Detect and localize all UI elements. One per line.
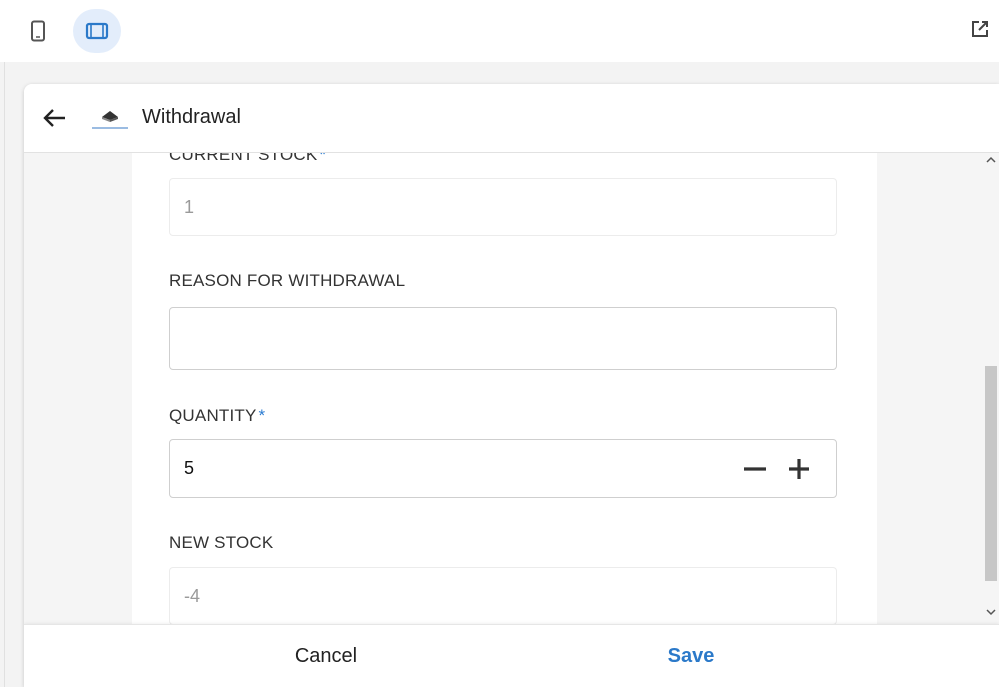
quantity-label: QUANTITY * [169, 406, 266, 425]
quantity-stepper[interactable]: 5 [169, 439, 837, 498]
scrollbar-thumb[interactable] [985, 366, 997, 581]
tablet-view-button[interactable] [73, 9, 121, 53]
open-external-button[interactable] [967, 16, 993, 42]
company-logo [92, 111, 128, 129]
reason-label: REASON FOR WITHDRAWAL [169, 271, 406, 290]
stepper-controls [742, 456, 812, 482]
current-stock-value: 1 [184, 196, 195, 217]
chevron-down-icon [986, 609, 996, 616]
quantity-value[interactable]: 5 [184, 458, 742, 479]
form-scroll-area[interactable]: CURRENT STOCK * 1 REASON FOR WITHDRAWAL Q… [24, 153, 999, 624]
reason-input[interactable] [169, 307, 837, 370]
current-stock-label: CURRENT STOCK * [169, 153, 326, 165]
app-header: Withdrawal [24, 84, 999, 153]
page-title: Withdrawal [142, 106, 241, 128]
minus-icon [744, 466, 766, 471]
scroll-down-button[interactable] [985, 605, 997, 619]
chevron-up-icon [986, 156, 996, 163]
phone-view-button[interactable] [14, 9, 62, 53]
plus-icon [789, 458, 809, 479]
cancel-button[interactable]: Cancel [161, 625, 491, 687]
save-button[interactable]: Save [526, 625, 856, 687]
form-panel: CURRENT STOCK * 1 REASON FOR WITHDRAWAL Q… [132, 153, 877, 624]
current-stock-field: 1 [169, 178, 837, 236]
required-mark: * [258, 406, 266, 425]
preview-toolbar [0, 0, 999, 62]
tablet-icon [85, 22, 109, 40]
back-button[interactable] [38, 102, 70, 134]
increment-button[interactable] [786, 456, 812, 482]
frame-divider [4, 62, 5, 687]
arrow-left-icon [43, 109, 65, 127]
decrement-button[interactable] [742, 456, 768, 482]
scroll-up-button[interactable] [985, 153, 997, 167]
required-mark: * [319, 153, 327, 164]
action-footer: Cancel Save [24, 624, 999, 687]
scrollbar[interactable] [983, 153, 999, 624]
new-stock-label: NEW STOCK [169, 533, 274, 552]
app-window: Withdrawal CURRENT STOCK * 1 REASON FOR W… [24, 84, 999, 687]
new-stock-value: -4 [184, 585, 201, 606]
phone-icon [31, 20, 45, 42]
open-external-icon [972, 21, 988, 37]
new-stock-field: -4 [169, 567, 837, 624]
